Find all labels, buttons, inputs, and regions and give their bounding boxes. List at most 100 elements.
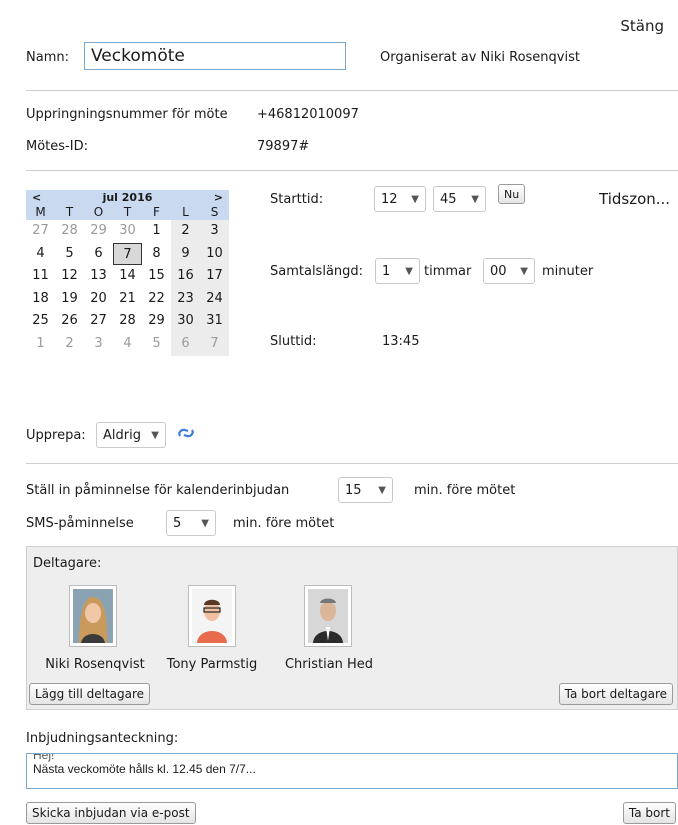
calendar-day[interactable]: 22 [142, 288, 171, 311]
divider [26, 170, 678, 171]
calendar-day[interactable]: 7 [200, 332, 229, 356]
calendar-day[interactable]: 1 [26, 333, 55, 356]
weekday-header: S [200, 204, 229, 220]
weekday-header: L [171, 204, 200, 220]
calendar-day[interactable]: 6 [171, 332, 200, 356]
calendar-grid: M T O T F L S 27 28 29 30 1 2 3 4 5 6 7 8 9 10 11 12 13 14 15 16 17… [26, 204, 229, 356]
repeat-select[interactable]: Aldrig ▼ [96, 422, 166, 448]
calendar-day[interactable]: 12 [55, 265, 84, 288]
calendar-day[interactable]: 21 [113, 288, 142, 311]
calendar-day[interactable]: 9 [171, 242, 200, 266]
invitation-note-textarea[interactable]: Hej! Nästa veckomöte hålls kl. 12.45 den… [26, 753, 678, 789]
calendar-day[interactable]: 26 [55, 310, 84, 333]
calendar-day[interactable]: 23 [171, 287, 200, 311]
calendar-day[interactable]: 15 [142, 265, 171, 288]
calendar-day[interactable]: 11 [26, 265, 55, 288]
calendar-day[interactable]: 30 [171, 310, 200, 333]
organizer-text: Organiserat av Niki Rosenqvist [380, 50, 580, 65]
meeting-name-input[interactable]: Veckomöte [84, 42, 346, 70]
recurrence-link-icon[interactable] [176, 424, 196, 446]
calendar-day[interactable]: 16 [171, 265, 200, 288]
duration-hours-select[interactable]: 1 ▼ [375, 258, 420, 284]
end-time-label: Sluttid: [270, 334, 317, 349]
add-participant-button[interactable]: Lägg till deltagare [29, 683, 151, 705]
duration-minutes-value: 00 [490, 263, 507, 279]
calendar-day[interactable]: 20 [84, 288, 113, 311]
calendar-day[interactable]: 19 [55, 288, 84, 311]
weekday-header: O [84, 204, 113, 220]
calendar-day[interactable]: 8 [142, 243, 171, 266]
delete-button[interactable]: Ta bort [622, 802, 676, 824]
calendar-day[interactable]: 25 [26, 310, 55, 333]
now-button[interactable]: Nu [498, 184, 526, 204]
chevron-down-icon: ▼ [520, 265, 528, 277]
calendar-day[interactable]: 28 [113, 310, 142, 333]
chevron-down-icon: ▼ [405, 265, 413, 277]
participant-avatar[interactable] [69, 585, 117, 647]
participant-name: Christian Hed [284, 657, 374, 672]
calendar-day[interactable]: 27 [84, 310, 113, 333]
date-picker: < jul 2016 > M T O T F L S 27 28 29 30 1 2 3 4 5 6 7 8 9 10 1… [26, 190, 229, 356]
calendar-day[interactable]: 5 [55, 243, 84, 266]
calendar-day[interactable]: 28 [55, 220, 84, 243]
participants-title: Deltagare: [33, 556, 102, 571]
start-hour-select[interactable]: 12 ▼ [374, 186, 426, 212]
start-minute-value: 45 [440, 191, 457, 207]
calendar-header: < jul 2016 > [26, 190, 229, 204]
calendar-day[interactable]: 2 [171, 220, 200, 243]
calendar-day[interactable]: 6 [84, 243, 113, 266]
sms-reminder-suffix: min. före mötet [233, 516, 335, 531]
start-hour-value: 12 [381, 191, 398, 207]
calendar-reminder-select[interactable]: 15 ▼ [338, 477, 393, 503]
sms-reminder-label: SMS-påminnelse [26, 516, 134, 531]
chevron-down-icon: ▼ [471, 193, 479, 205]
weekday-header: M [26, 204, 55, 220]
calendar-day[interactable]: 18 [26, 288, 55, 311]
chevron-down-icon: ▼ [411, 193, 419, 205]
calendar-day[interactable]: 3 [84, 333, 113, 356]
calendar-day[interactable]: 10 [200, 242, 229, 266]
prev-month-button[interactable]: < [32, 191, 41, 204]
calendar-day[interactable]: 1 [142, 220, 171, 243]
calendar-day[interactable]: 27 [26, 220, 55, 243]
participant-avatar[interactable] [188, 585, 236, 647]
duration-label: Samtalslängd: [270, 264, 364, 279]
calendar-day[interactable]: 4 [26, 243, 55, 266]
avatar-photo-icon [192, 589, 232, 643]
weekday-header: T [113, 204, 142, 220]
calendar-day[interactable]: 29 [84, 220, 113, 243]
hours-unit-label: timmar [424, 264, 472, 279]
calendar-month-label: jul 2016 [102, 190, 153, 204]
timezone-link[interactable]: Tidszon... [599, 190, 670, 208]
calendar-day[interactable]: 5 [142, 333, 171, 356]
participant-avatar[interactable] [304, 585, 352, 647]
calendar-day[interactable]: 17 [200, 265, 229, 288]
next-month-button[interactable]: > [214, 191, 223, 204]
start-minute-select[interactable]: 45 ▼ [433, 186, 486, 212]
send-email-invitation-button[interactable]: Skicka inbjudan via e-post [26, 802, 196, 824]
participants-panel: Deltagare: Niki Rosenqvist Tony Parmstig… [26, 546, 678, 710]
close-button[interactable]: Stäng [620, 17, 664, 35]
dial-number: +46812010097 [257, 107, 359, 122]
sms-reminder-value: 5 [173, 515, 182, 531]
calendar-day[interactable]: 24 [200, 287, 229, 311]
sms-reminder-select[interactable]: 5 ▼ [166, 510, 216, 536]
meeting-id-label: Mötes-ID: [26, 139, 88, 154]
divider [26, 463, 678, 464]
name-label: Namn: [26, 50, 69, 65]
calendar-reminder-value: 15 [345, 482, 362, 498]
calendar-day[interactable]: 30 [113, 220, 142, 243]
calendar-day[interactable]: 4 [113, 333, 142, 356]
chevron-down-icon: ▼ [201, 517, 209, 529]
calendar-day[interactable]: 14 [113, 265, 142, 288]
dial-label: Uppringningsnummer för möte [26, 107, 228, 122]
end-time-value: 13:45 [382, 334, 420, 349]
calendar-day[interactable]: 3 [200, 220, 229, 243]
calendar-day[interactable]: 2 [55, 333, 84, 356]
calendar-day[interactable]: 7 [113, 242, 142, 266]
calendar-day[interactable]: 31 [200, 310, 229, 333]
calendar-day[interactable]: 29 [142, 310, 171, 333]
calendar-day[interactable]: 13 [84, 265, 113, 288]
duration-minutes-select[interactable]: 00 ▼ [483, 258, 535, 284]
remove-participant-button[interactable]: Ta bort deltagare [558, 683, 673, 705]
